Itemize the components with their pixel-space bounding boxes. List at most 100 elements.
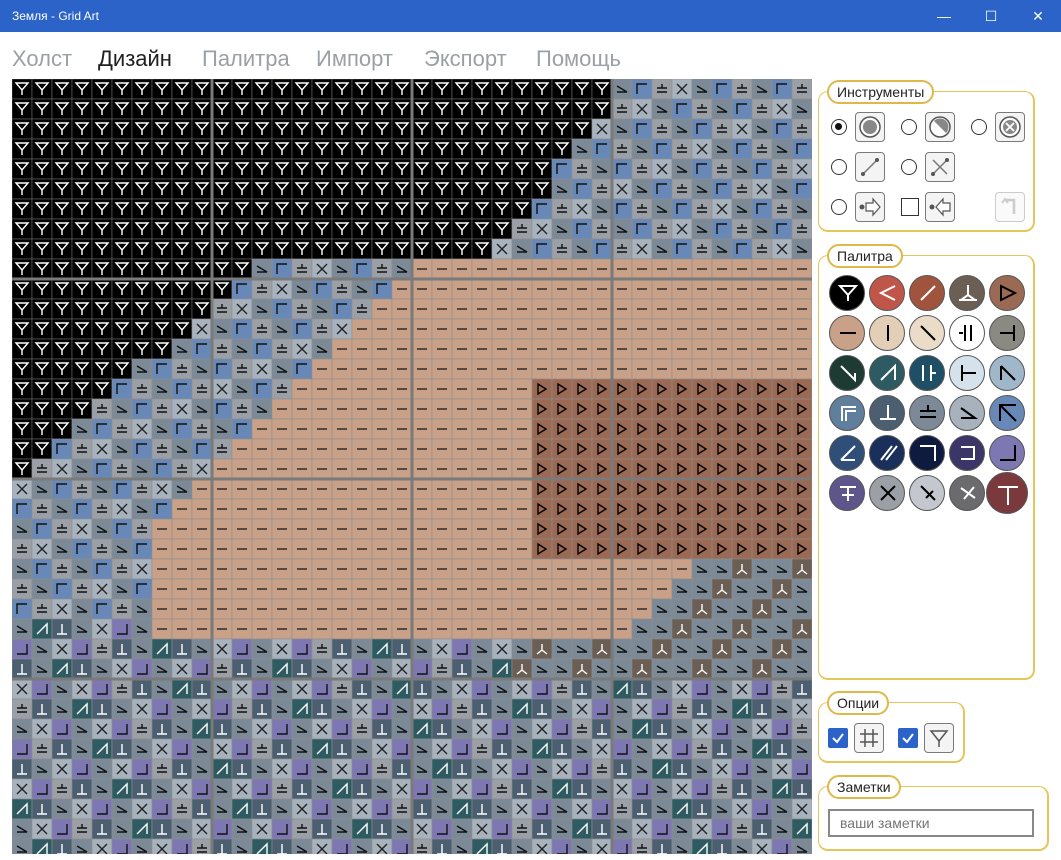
grid-cell[interactable]: [791, 578, 812, 600]
grid-cell[interactable]: [12, 138, 33, 160]
grid-cell[interactable]: [191, 118, 213, 140]
grid-cell[interactable]: [771, 358, 793, 380]
grid-cell[interactable]: [111, 138, 133, 160]
grid-cell[interactable]: [511, 558, 533, 580]
grid-cell[interactable]: [451, 578, 473, 600]
grid-cell[interactable]: [71, 698, 93, 720]
grid-cell[interactable]: [791, 538, 812, 560]
grid-cell[interactable]: [671, 838, 693, 854]
grid-cell[interactable]: [591, 838, 613, 854]
grid-cell[interactable]: [431, 358, 453, 380]
grid-cell[interactable]: [651, 458, 673, 480]
grid-cell[interactable]: [531, 178, 553, 200]
grid-cell[interactable]: [271, 458, 293, 480]
grid-cell[interactable]: [51, 538, 73, 560]
grid-cell[interactable]: [71, 118, 93, 140]
grid-cell[interactable]: [671, 318, 693, 340]
grid-cell[interactable]: [211, 118, 233, 140]
grid-cell[interactable]: [231, 578, 253, 600]
grid-cell[interactable]: [351, 738, 373, 760]
grid-cell[interactable]: [131, 79, 153, 100]
grid-cell[interactable]: [91, 718, 113, 740]
grid-cell[interactable]: [711, 398, 733, 420]
grid-cell[interactable]: [631, 198, 653, 220]
grid-cell[interactable]: [131, 438, 153, 460]
grid-cell[interactable]: [451, 678, 473, 700]
grid-cell[interactable]: [311, 338, 333, 360]
grid-cell[interactable]: [511, 218, 533, 240]
grid-cell[interactable]: [511, 258, 533, 280]
grid-cell[interactable]: [151, 338, 173, 360]
grid-cell[interactable]: [731, 778, 753, 800]
grid-cell[interactable]: [151, 238, 173, 260]
grid-cell[interactable]: [131, 358, 153, 380]
grid-cell[interactable]: [431, 338, 453, 360]
grid-cell[interactable]: [111, 738, 133, 760]
grid-cell[interactable]: [611, 518, 633, 540]
grid-cell[interactable]: [671, 418, 693, 440]
grid-cell[interactable]: [171, 278, 193, 300]
grid-cell[interactable]: [411, 418, 433, 440]
grid-cell[interactable]: [571, 358, 593, 380]
grid-cell[interactable]: [331, 618, 353, 640]
grid-cell[interactable]: [12, 478, 33, 500]
grid-cell[interactable]: [751, 518, 773, 540]
grid-cell[interactable]: [371, 178, 393, 200]
grid-cell[interactable]: [671, 378, 693, 400]
grid-cell[interactable]: [731, 218, 753, 240]
grid-cell[interactable]: [731, 198, 753, 220]
grid-cell[interactable]: [391, 378, 413, 400]
grid-cell[interactable]: [631, 258, 653, 280]
grid-cell[interactable]: [12, 79, 33, 100]
grid-cell[interactable]: [731, 598, 753, 620]
grid-cell[interactable]: [271, 798, 293, 820]
grid-cell[interactable]: [311, 658, 333, 680]
grid-cell[interactable]: [591, 778, 613, 800]
grid-cell[interactable]: [291, 118, 313, 140]
grid-cell[interactable]: [391, 278, 413, 300]
grid-cell[interactable]: [531, 118, 553, 140]
grid-cell[interactable]: [711, 238, 733, 260]
grid-cell[interactable]: [771, 378, 793, 400]
grid-cell[interactable]: [611, 218, 633, 240]
grid-cell[interactable]: [631, 158, 653, 180]
grid-cell[interactable]: [611, 838, 633, 854]
grid-cell[interactable]: [231, 738, 253, 760]
grid-cell[interactable]: [791, 438, 812, 460]
grid-cell[interactable]: [251, 318, 273, 340]
grid-cell[interactable]: [711, 758, 733, 780]
grid-cell[interactable]: [311, 258, 333, 280]
grid-cell[interactable]: [131, 238, 153, 260]
grid-cell[interactable]: [411, 618, 433, 640]
grid-cell[interactable]: [171, 818, 193, 840]
grid-cell[interactable]: [12, 258, 33, 280]
grid-cell[interactable]: [351, 578, 373, 600]
grid-cell[interactable]: [671, 198, 693, 220]
grid-cell[interactable]: [271, 578, 293, 600]
grid-cell[interactable]: [251, 338, 273, 360]
grid-cell[interactable]: [271, 298, 293, 320]
grid-cell[interactable]: [511, 498, 533, 520]
grid-cell[interactable]: [411, 278, 433, 300]
grid-cell[interactable]: [571, 718, 593, 740]
grid-cell[interactable]: [551, 318, 573, 340]
grid-cell[interactable]: [71, 818, 93, 840]
grid-cell[interactable]: [391, 498, 413, 520]
grid-cell[interactable]: [531, 658, 553, 680]
grid-cell[interactable]: [631, 558, 653, 580]
grid-cell[interactable]: [151, 778, 173, 800]
grid-cell[interactable]: [671, 98, 693, 120]
grid-cell[interactable]: [91, 398, 113, 420]
grid-cell[interactable]: [431, 378, 453, 400]
grid-cell[interactable]: [691, 678, 713, 700]
grid-cell[interactable]: [151, 138, 173, 160]
grid-cell[interactable]: [631, 378, 653, 400]
grid-cell[interactable]: [511, 738, 533, 760]
grid-cell[interactable]: [291, 418, 313, 440]
grid-cell[interactable]: [331, 378, 353, 400]
tool-arrow-right-button[interactable]: [855, 192, 885, 222]
grid-cell[interactable]: [351, 138, 373, 160]
grid-cell[interactable]: [451, 298, 473, 320]
grid-cell[interactable]: [71, 178, 93, 200]
grid-cell[interactable]: [511, 79, 533, 100]
